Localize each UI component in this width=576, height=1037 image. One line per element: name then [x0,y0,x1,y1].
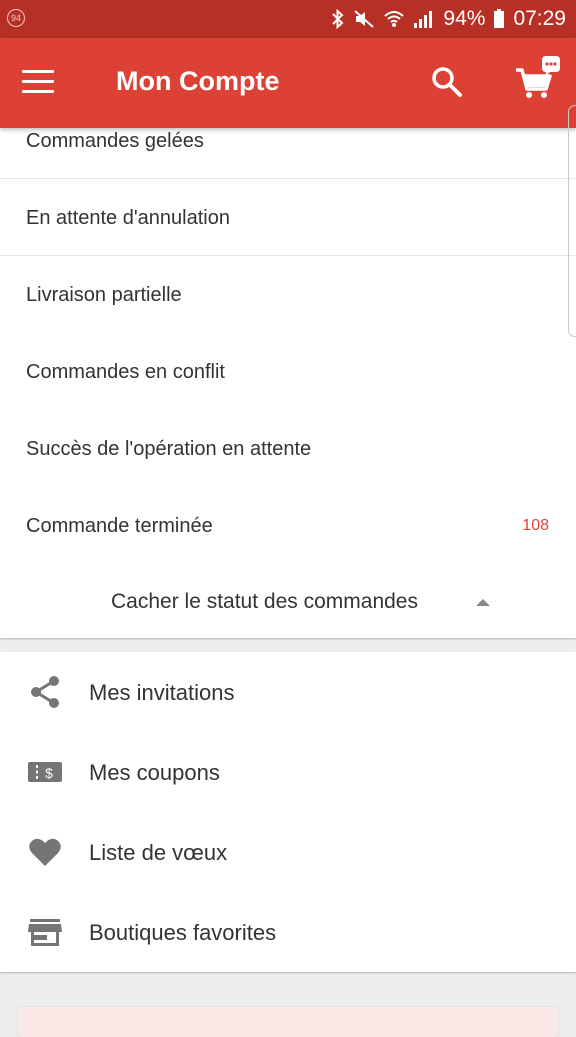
hide-order-status-toggle[interactable]: Cacher le statut des commandes [0,580,576,630]
order-status-item-completed[interactable]: Commande terminée 108 [0,487,576,564]
share-icon [31,676,59,708]
order-status-label: Commande terminée [26,515,213,537]
shopping-cart-icon[interactable] [512,56,560,104]
order-status-item-conflict[interactable]: Commandes en conflit [0,333,576,410]
signal-icon [414,11,433,28]
hide-order-status-label: Cacher le statut des commandes [111,590,418,613]
order-status-item-success-pending[interactable]: Succès de l'opération en attente [0,410,576,487]
menu-item-label: Mes invitations [89,680,235,705]
page-title: Mon Compte [116,66,280,96]
battery-percent: 94% [443,7,486,30]
order-status-label: Succès de l'opération en attente [26,438,312,460]
account-menu-card: Mes invitations $ Mes coupons Liste de v… [0,652,576,972]
order-status-label: Livraison partielle [26,284,182,306]
app-bar: Mon Compte [0,38,576,128]
store-icon [28,919,62,946]
chevron-up-icon [476,599,490,606]
order-status-item-cancellation-pending[interactable]: En attente d'annulation [0,179,576,256]
order-status-item-partial-delivery[interactable]: Livraison partielle [0,256,576,333]
order-status-label: En attente d'annulation [26,207,230,229]
status-bar: 94 94% 07:29 [0,0,576,38]
menu-item-label: Boutiques favorites [89,920,277,945]
edge-panel-handle[interactable] [568,105,576,337]
menu-item-invitations[interactable]: Mes invitations [0,652,576,732]
clock: 07:29 [513,7,566,30]
wifi-icon [384,11,405,27]
battery-icon [494,9,505,28]
menu-item-label: Liste de vœux [89,840,228,865]
status-icons: 94% 07:29 [331,0,566,38]
svg-text:$: $ [45,765,53,781]
menu-item-label: Mes coupons [89,760,220,785]
heart-icon [29,838,61,866]
order-status-label: Commandes gelées [26,130,204,152]
bottom-banner [18,1007,558,1037]
menu-item-coupons[interactable]: $ Mes coupons [0,732,576,812]
order-status-label: Commandes en conflit [26,361,225,383]
order-status-card: Commandes gelées En attente d'annulation… [0,128,576,638]
notification-badge-icon: 94 [7,9,25,27]
bluetooth-icon [332,9,344,29]
coupon-icon: $ [28,762,62,782]
mute-icon [354,10,375,28]
hamburger-menu-icon[interactable] [22,70,54,94]
search-icon[interactable] [430,65,464,99]
menu-item-favorite-stores[interactable]: Boutiques favorites [0,892,576,972]
menu-item-wishlist[interactable]: Liste de vœux [0,812,576,892]
order-status-count: 108 [522,517,549,534]
